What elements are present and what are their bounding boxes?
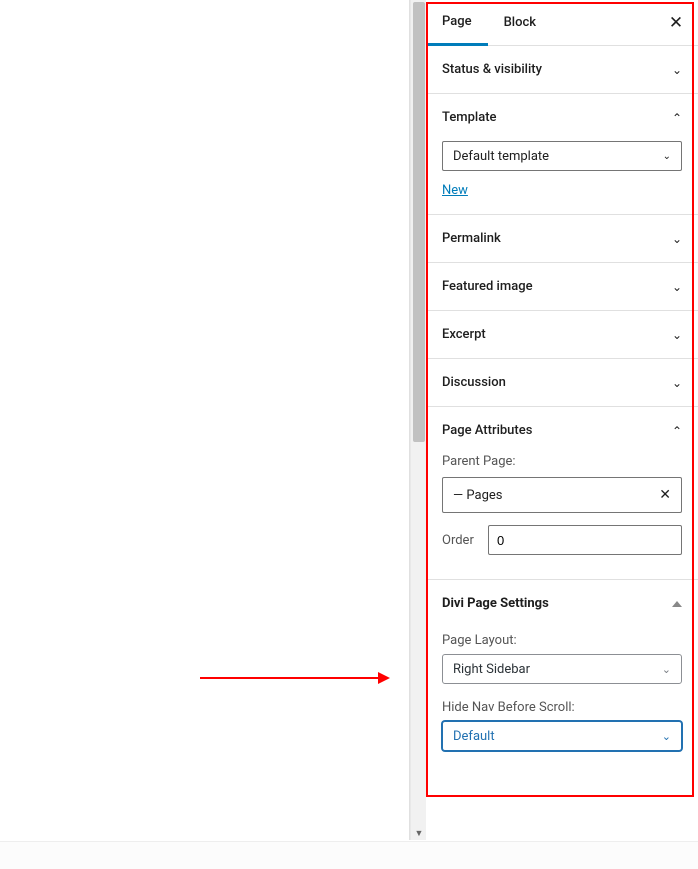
chevron-down-icon: ⌄ — [672, 232, 682, 246]
close-icon[interactable]: ✕ — [664, 11, 688, 35]
page-layout-label: Page Layout: — [442, 633, 682, 648]
hide-nav-select[interactable]: Default ⌄ — [442, 721, 682, 751]
template-select-value: Default template — [453, 149, 549, 164]
parent-page-label: Parent Page: — [442, 454, 682, 469]
footer-strip — [0, 841, 698, 869]
section-toggle-discussion[interactable]: Discussion ⌄ — [426, 359, 698, 406]
section-toggle-template[interactable]: Template ⌃ — [426, 94, 698, 141]
section-toggle-excerpt[interactable]: Excerpt ⌄ — [426, 311, 698, 358]
section-title: Excerpt — [442, 327, 486, 342]
section-toggle-featured[interactable]: Featured image ⌄ — [426, 263, 698, 310]
clear-icon[interactable]: ✕ — [659, 487, 671, 503]
parent-page-value: — Pages — [453, 488, 502, 503]
settings-tabs: Page Block ✕ — [426, 0, 698, 46]
page-layout-value: Right Sidebar — [453, 662, 530, 677]
section-discussion: Discussion ⌄ — [426, 359, 698, 407]
section-excerpt: Excerpt ⌄ — [426, 311, 698, 359]
order-label: Order — [442, 533, 488, 548]
tab-page[interactable]: Page — [426, 0, 488, 46]
chevron-up-icon: ⌃ — [672, 424, 682, 438]
section-title: Discussion — [442, 375, 506, 390]
editor-canvas[interactable] — [0, 0, 410, 840]
section-featured-image: Featured image ⌄ — [426, 263, 698, 311]
template-select[interactable]: Default template ⌄ — [442, 141, 682, 171]
section-template: Template ⌃ Default template ⌄ New — [426, 94, 698, 215]
divi-toggle[interactable]: Divi Page Settings — [426, 580, 698, 627]
triangle-up-icon — [672, 601, 682, 607]
section-status-visibility: Status & visibility ⌄ — [426, 46, 698, 94]
chevron-down-icon: ⌄ — [662, 663, 671, 676]
section-permalink: Permalink ⌄ — [426, 215, 698, 263]
section-toggle-status[interactable]: Status & visibility ⌄ — [426, 46, 698, 93]
section-divi-settings: Divi Page Settings Page Layout: Right Si… — [426, 579, 698, 767]
chevron-down-icon: ⌄ — [663, 151, 671, 162]
chevron-up-icon: ⌃ — [672, 111, 682, 125]
chevron-down-icon: ⌄ — [662, 730, 671, 743]
order-row: Order — [442, 525, 682, 555]
chevron-down-icon: ⌄ — [672, 280, 682, 294]
section-title: Template — [442, 110, 497, 125]
section-title: Featured image — [442, 279, 533, 294]
chevron-down-icon: ⌄ — [672, 376, 682, 390]
section-title: Page Attributes — [442, 423, 532, 438]
divi-body: Page Layout: Right Sidebar ⌄ Hide Nav Be… — [426, 633, 698, 767]
order-input[interactable] — [488, 525, 682, 555]
section-toggle-permalink[interactable]: Permalink ⌄ — [426, 215, 698, 262]
parent-page-combobox[interactable]: — Pages ✕ — [442, 477, 682, 513]
scrollbar-thumb[interactable] — [413, 2, 425, 442]
tab-block[interactable]: Block — [488, 0, 552, 46]
chevron-down-icon: ⌄ — [672, 328, 682, 342]
section-toggle-attributes[interactable]: Page Attributes ⌃ — [426, 407, 698, 454]
page-layout-select[interactable]: Right Sidebar ⌄ — [442, 654, 682, 684]
section-title: Permalink — [442, 231, 501, 246]
section-body-template: Default template ⌄ New — [426, 141, 698, 214]
chevron-down-icon: ⌄ — [672, 63, 682, 77]
hide-nav-label: Hide Nav Before Scroll: — [442, 700, 682, 715]
section-title: Status & visibility — [442, 62, 542, 77]
scroll-down-arrow-icon[interactable]: ▼ — [411, 826, 427, 840]
settings-panel: Page Block ✕ Status & visibility ⌄ Templ… — [426, 0, 698, 840]
section-page-attributes: Page Attributes ⌃ Parent Page: — Pages ✕… — [426, 407, 698, 571]
divi-title: Divi Page Settings — [442, 596, 549, 611]
scrollbar-track[interactable]: ▲ ▼ — [410, 0, 426, 840]
new-template-link[interactable]: New — [442, 183, 468, 198]
hide-nav-value: Default — [453, 729, 495, 744]
section-body-attributes: Parent Page: — Pages ✕ Order — [426, 454, 698, 571]
